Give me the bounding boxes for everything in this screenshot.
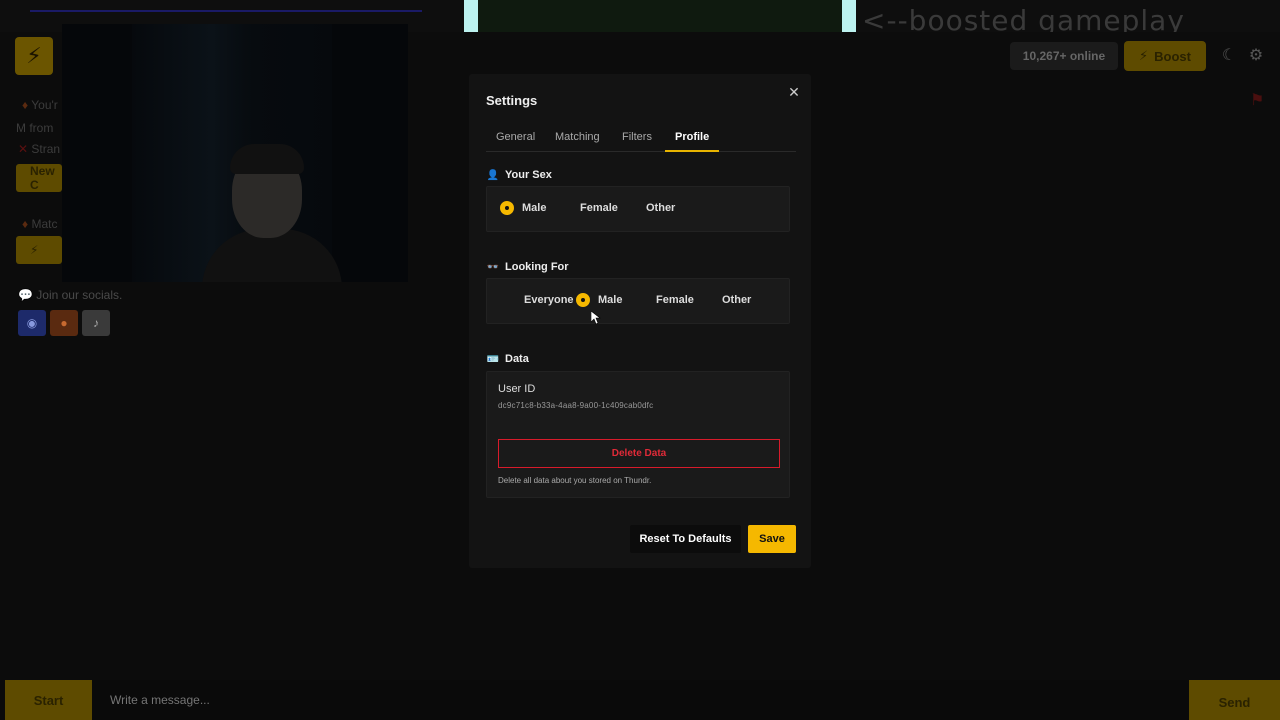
looking-option-other[interactable]: Other (704, 293, 751, 307)
sex-option-female[interactable]: Female (562, 201, 618, 215)
your-sex-heading: 👤 Your Sex (486, 169, 552, 181)
tab-general[interactable]: General (496, 126, 535, 152)
looking-option-male[interactable]: Male (576, 293, 622, 307)
new-chat-button[interactable]: New C (16, 164, 62, 192)
report-flag-icon[interactable]: ⚑ (1250, 90, 1270, 110)
data-heading: 🪪 Data (486, 353, 529, 365)
your-sex-options: Male Female Other (486, 186, 790, 232)
data-panel: User ID dc9c71c8-b33a-4aa8-9a00-1c409cab… (486, 371, 790, 498)
start-button[interactable]: Start (5, 680, 92, 720)
tab-profile[interactable]: Profile (665, 126, 720, 152)
delete-data-button[interactable]: Delete Data (498, 439, 780, 468)
boost-button[interactable]: ⚡ Boost (1124, 41, 1206, 71)
webcam-video (62, 24, 408, 282)
reddit-icon[interactable]: ● (50, 310, 78, 336)
status-text-4: ♦ Matc (22, 217, 58, 231)
close-icon[interactable]: ✕ (786, 84, 802, 100)
tab-matching[interactable]: Matching (555, 126, 600, 152)
looking-option-everyone[interactable]: Everyone (506, 293, 574, 307)
delete-data-note: Delete all data about you stored on Thun… (498, 476, 652, 485)
settings-modal: Settings ✕ General Matching Filters Prof… (469, 74, 811, 568)
boost-label: Boost (1154, 48, 1191, 64)
discord-icon[interactable]: ◉ (18, 310, 46, 336)
sex-option-male[interactable]: Male (500, 201, 546, 215)
radio-selected-icon (500, 201, 514, 215)
looking-option-female[interactable]: Female (638, 293, 694, 307)
user-id-label: User ID (498, 383, 536, 395)
bolt-icon: ⚡ (1139, 48, 1149, 63)
dark-mode-moon-icon[interactable]: ☾ (1219, 46, 1239, 66)
mouse-cursor-icon (591, 311, 601, 325)
online-count-badge: 10,267+ online (1010, 42, 1118, 70)
save-button[interactable]: Save (748, 525, 796, 553)
settings-sliders-icon[interactable]: ⚙ (1246, 46, 1266, 66)
bolt-icon: ⚡ (30, 243, 39, 257)
send-button[interactable]: Send (1189, 680, 1280, 720)
stream-caption: <--boosted gameplay (862, 4, 1185, 32)
reset-defaults-button[interactable]: Reset To Defaults (630, 525, 741, 553)
radio-selected-icon (576, 293, 590, 307)
chat-input-bar: Start Send (0, 680, 1280, 720)
match-button[interactable]: ⚡ (16, 236, 62, 264)
looking-for-options: Everyone Male Female Other (486, 278, 790, 324)
binoculars-icon: 👓 (486, 261, 500, 273)
looking-for-heading: 👓 Looking For (486, 261, 569, 273)
socials-label: 💬 Join our socials. (18, 288, 123, 302)
modal-title: Settings (486, 93, 538, 108)
sex-option-other[interactable]: Other (628, 201, 675, 215)
logo-bolt-icon[interactable]: ⚡ (15, 37, 53, 75)
status-text-3: ✕ Stran (18, 142, 61, 156)
settings-tabs: General Matching Filters Profile (486, 126, 796, 152)
user-icon: 👤 (486, 169, 500, 181)
tiktok-icon[interactable]: ♪ (82, 310, 110, 336)
tab-filters[interactable]: Filters (622, 126, 652, 152)
id-card-icon: 🪪 (486, 353, 500, 365)
message-input[interactable] (100, 680, 1180, 720)
user-id-value: dc9c71c8-b33a-4aa8-9a00-1c409cab0dfc (498, 401, 654, 410)
status-text-1: ♦ You'r (22, 98, 58, 112)
status-text-2: M from (16, 121, 54, 135)
